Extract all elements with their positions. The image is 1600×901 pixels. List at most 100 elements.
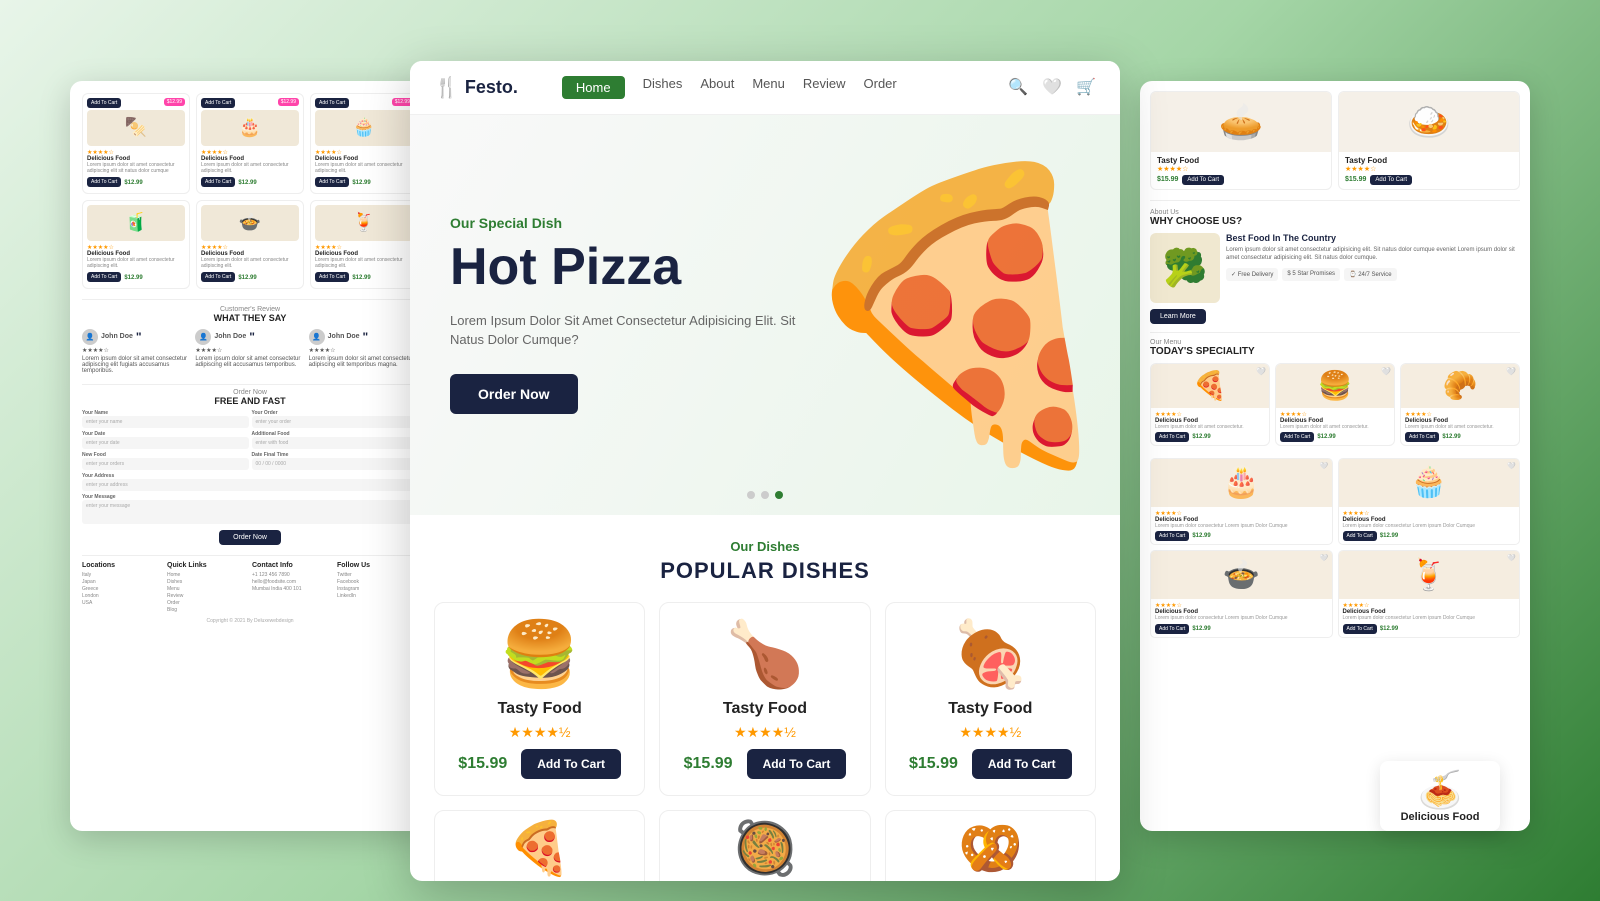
spec-card-body: ★★★★☆ Delicious Food Lorem ipsum dolor s… bbox=[1276, 408, 1394, 445]
new-food-input[interactable]: enter your orders bbox=[82, 458, 249, 470]
hero-dot-2[interactable] bbox=[761, 491, 769, 499]
form-group: New Food enter your orders bbox=[82, 452, 249, 470]
product-bottom: Add To Cart $12.99 bbox=[315, 272, 413, 284]
right-top-grid: 🥧 Tasty Food ★★★★☆ $15.99 Add To Cart 🍛 … bbox=[1150, 91, 1520, 190]
reviewer-name: John Doe bbox=[101, 333, 133, 340]
review-card: 👤 John Doe " ★★★★☆ Lorem ipsum dolor sit… bbox=[195, 329, 304, 374]
order-form: Your Name enter your name Your Order ent… bbox=[82, 410, 418, 524]
heart-icon[interactable]: 🤍 bbox=[1256, 367, 1266, 376]
date-input[interactable]: enter your date bbox=[82, 437, 249, 449]
dish-price: $15.99 bbox=[909, 755, 958, 773]
product-desc: Lorem ipsum dolor consectetur Lorem ipsu… bbox=[1155, 523, 1328, 530]
product-stars: ★★★★☆ bbox=[1343, 510, 1516, 517]
spec-card-body: ★★★★☆ Delicious Food Lorem ipsum dolor s… bbox=[1151, 408, 1269, 445]
product-desc: Lorem ipsum dolor consectetur Lorem ipsu… bbox=[1155, 615, 1328, 622]
learn-more-button[interactable]: Learn More bbox=[1150, 309, 1206, 324]
order-now-button[interactable]: Order Now bbox=[450, 374, 578, 414]
food-bottom: $15.99 Add To Cart bbox=[1157, 175, 1325, 185]
add-to-cart-button[interactable]: Add To Cart bbox=[521, 749, 621, 779]
footer-col-title: Contact Info bbox=[252, 562, 333, 569]
add-to-cart-button[interactable]: Add To Cart bbox=[1405, 432, 1439, 442]
hero-title: Hot Pizza bbox=[450, 239, 830, 296]
add-btn[interactable]: Add To Cart bbox=[87, 177, 121, 187]
product-image: 🧁🤍 bbox=[1339, 459, 1520, 507]
nav-dishes[interactable]: Dishes bbox=[643, 76, 683, 99]
name-input[interactable]: enter your name bbox=[82, 416, 249, 428]
speciality-section: Our Menu TODAY'S SPECIALITY 🍕 🤍 ★★★★☆ De… bbox=[1150, 332, 1520, 452]
nav-home[interactable]: Home bbox=[562, 76, 625, 99]
spec-stars: ★★★★☆ bbox=[1155, 411, 1265, 418]
food-name: Tasty Food bbox=[1345, 156, 1513, 165]
add-to-cart-button[interactable]: Add To Cart bbox=[1343, 624, 1377, 634]
message-input[interactable]: enter your message bbox=[82, 500, 418, 524]
add-to-cart-button[interactable]: Add To Cart bbox=[87, 98, 121, 108]
product-image: 🎂🤍 bbox=[1151, 459, 1332, 507]
product-price: $12.99 bbox=[238, 275, 256, 281]
product-bottom: Add To Cart $12.99 bbox=[1155, 624, 1328, 634]
nav-order[interactable]: Order bbox=[864, 76, 897, 99]
address-input[interactable]: enter your address bbox=[82, 479, 418, 491]
form-group: Date Final Time 00 / 00 / 0000 bbox=[252, 452, 419, 470]
spec-grid: 🍕 🤍 ★★★★☆ Delicious Food Lorem ipsum dol… bbox=[1150, 363, 1520, 446]
heart-icon[interactable]: 🤍 bbox=[1381, 367, 1391, 376]
feature-service: ⌚ 24/7 Service bbox=[1344, 268, 1397, 281]
nav-icons: 🔍 🤍 🛒 bbox=[1008, 77, 1096, 97]
add-to-cart-button[interactable]: Add To Cart bbox=[315, 98, 349, 108]
heart-icon[interactable]: 🤍 bbox=[1506, 367, 1516, 376]
hero-text: Our Special Dish Hot Pizza Lorem Ipsum D… bbox=[450, 215, 830, 413]
food-stars: ★★★★☆ bbox=[1345, 165, 1513, 173]
product-price: $12.99 bbox=[1380, 626, 1398, 632]
why-text-block: Best Food In The Country Lorem ipsum dol… bbox=[1226, 233, 1520, 303]
add-to-cart-button[interactable]: Add To Cart bbox=[1280, 432, 1314, 442]
food-name: Tasty Food bbox=[1157, 156, 1325, 165]
nav-about[interactable]: About bbox=[700, 76, 734, 99]
add-to-cart-button[interactable]: Add To Cart bbox=[201, 98, 235, 108]
nav-review[interactable]: Review bbox=[803, 76, 846, 99]
dish-card: 🍗 Tasty Food ★★★★½ $15.99 Add To Cart bbox=[659, 602, 870, 796]
dish-name: Tasty Food bbox=[447, 700, 632, 718]
footer-links: Quick Links Home Dishes Menu Review Orde… bbox=[167, 562, 248, 614]
product-stars: ★★★★☆ bbox=[201, 244, 299, 251]
copyright: Copyright © 2021 By Deluxewebdesign bbox=[82, 618, 418, 624]
nav-menu[interactable]: Menu bbox=[752, 76, 785, 99]
dish-bottom: $15.99 Add To Cart bbox=[447, 749, 632, 779]
wishlist-icon[interactable]: 🤍 bbox=[1042, 77, 1062, 97]
logo-text: Festo. bbox=[465, 77, 518, 98]
product-price: $12.99 bbox=[238, 180, 256, 186]
add-to-cart-button[interactable]: Add To Cart bbox=[1155, 432, 1189, 442]
footer-social: Follow Us Twitter Facebook Instagram Lin… bbox=[337, 562, 418, 614]
center-panel: 🍴 Festo. Home Dishes About Menu Review O… bbox=[410, 61, 1120, 881]
add-to-cart-button[interactable]: Add To Cart bbox=[1155, 531, 1189, 541]
hero-dot-1[interactable] bbox=[747, 491, 755, 499]
dish-card: 🍖 Tasty Food ★★★★½ $15.99 Add To Cart bbox=[885, 602, 1096, 796]
form-label: Your Address bbox=[82, 473, 418, 479]
product-image: 🍲🤍 bbox=[1151, 551, 1332, 599]
dish-image: 🥨 bbox=[958, 818, 1023, 879]
order-input[interactable]: enter your order bbox=[252, 416, 419, 428]
heart-icon[interactable]: 🤍 bbox=[1507, 554, 1516, 562]
heart-icon[interactable]: 🤍 bbox=[1320, 554, 1329, 562]
spec-card-body: ★★★★☆ Delicious Food Lorem ipsum dolor s… bbox=[1401, 408, 1519, 445]
heart-icon[interactable]: 🤍 bbox=[1320, 462, 1329, 470]
dish-card: 🍔 Tasty Food ★★★★½ $15.99 Add To Cart bbox=[434, 602, 645, 796]
add-to-cart-button[interactable]: Add To Cart bbox=[1370, 175, 1412, 185]
date-final-input[interactable]: 00 / 00 / 0000 bbox=[252, 458, 419, 470]
search-icon[interactable]: 🔍 bbox=[1008, 77, 1028, 97]
cart-icon[interactable]: 🛒 bbox=[1076, 77, 1096, 97]
add-to-cart-button[interactable]: Add To Cart bbox=[1343, 531, 1377, 541]
add-to-cart-button[interactable]: Add To Cart bbox=[972, 749, 1072, 779]
add-to-cart-button[interactable]: Add To Cart bbox=[1182, 175, 1224, 185]
add-to-cart-button[interactable]: Add To Cart bbox=[1155, 624, 1189, 634]
product-stars: ★★★★☆ bbox=[87, 244, 185, 251]
form-label: Your Name bbox=[82, 410, 249, 416]
order-submit-button[interactable]: Order Now bbox=[219, 530, 281, 545]
dish-image: 🍔 bbox=[447, 617, 632, 692]
dish-image: 🍕 bbox=[507, 818, 572, 879]
heart-icon[interactable]: 🤍 bbox=[1507, 462, 1516, 470]
hero-dot-3[interactable] bbox=[775, 491, 783, 499]
food-body: Tasty Food ★★★★☆ $15.99 Add To Cart bbox=[1151, 152, 1331, 189]
food-input[interactable]: enter with food bbox=[252, 437, 419, 449]
add-to-cart-button[interactable]: Add To Cart bbox=[747, 749, 847, 779]
product-price: $12.99 bbox=[1192, 626, 1210, 632]
scene: Add To Cart $12.99 🍢 ★★★★☆ Delicious Foo… bbox=[40, 41, 1560, 861]
